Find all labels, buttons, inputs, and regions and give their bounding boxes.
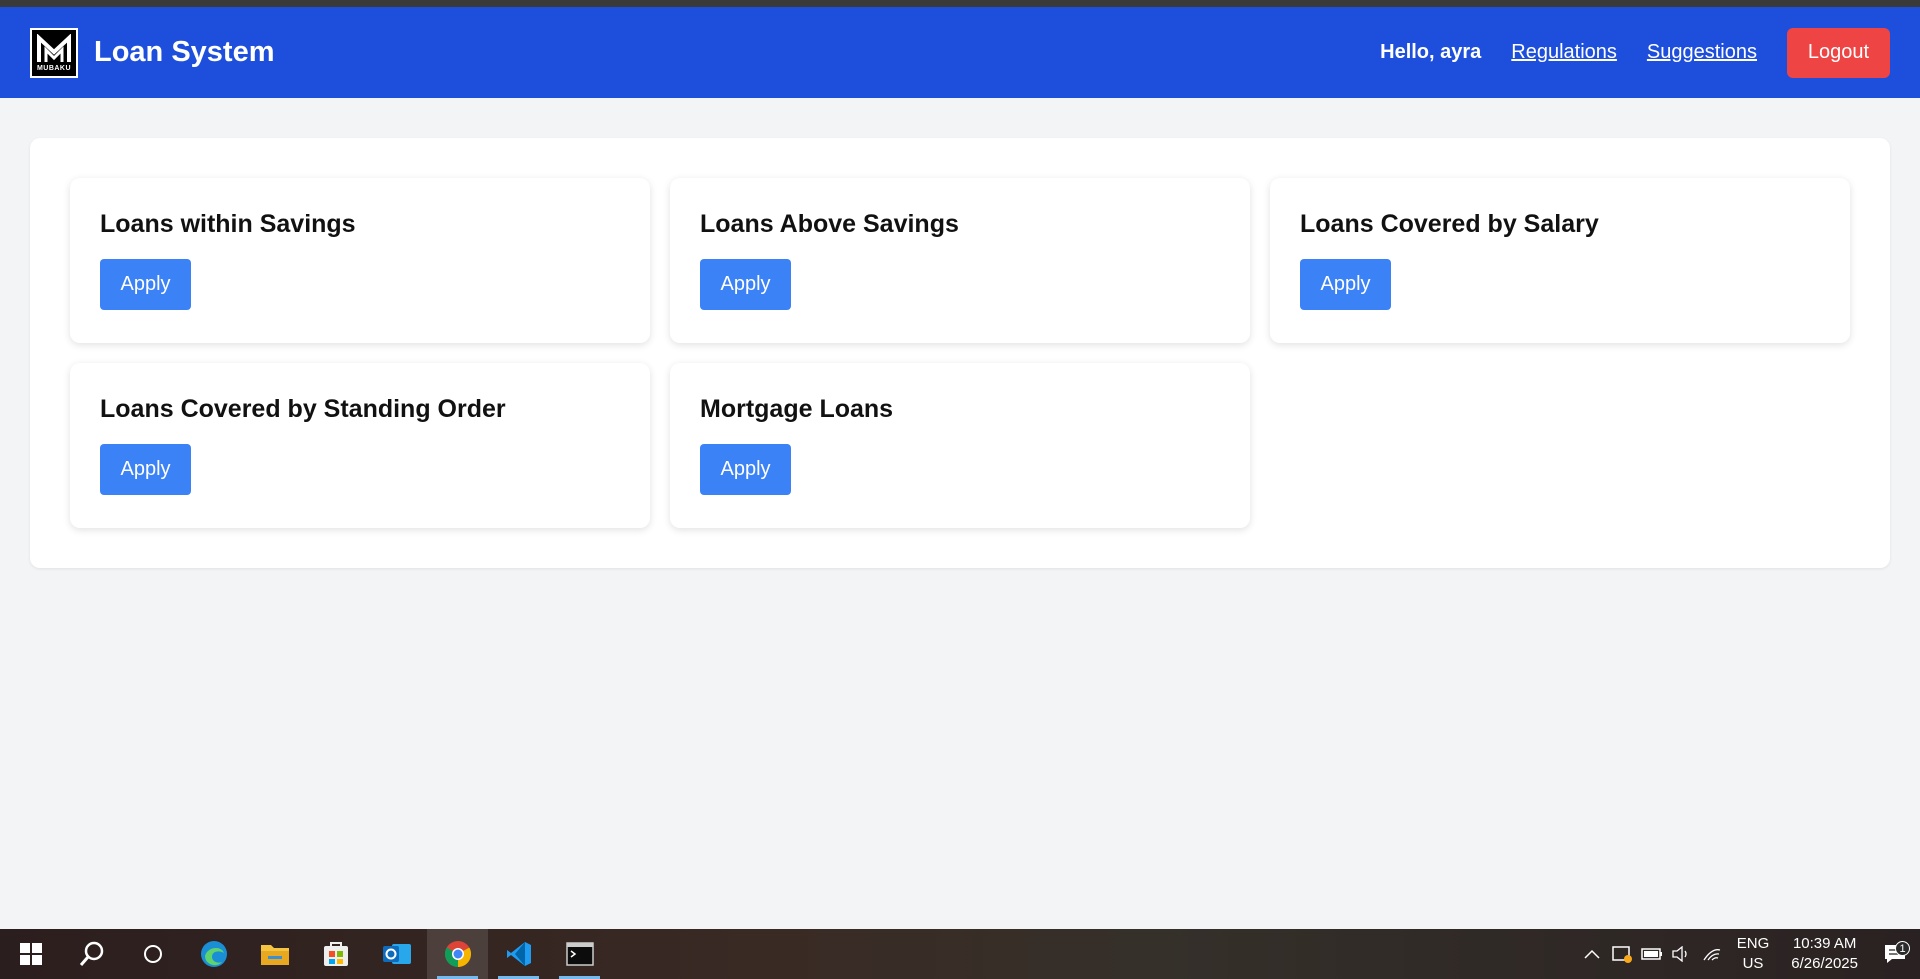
system-tray: ENG US 10:39 AM 6/26/2025 1 <box>1577 929 1920 979</box>
battery-icon[interactable] <box>1637 948 1667 960</box>
edge-icon[interactable] <box>183 929 244 979</box>
apply-button-mortgage[interactable]: Apply <box>700 444 791 495</box>
window-top-strip <box>0 0 1920 7</box>
apply-button-within-savings[interactable]: Apply <box>100 259 191 310</box>
language-secondary: US <box>1742 955 1764 972</box>
loan-card-standing-order: Loans Covered by Standing Order Apply <box>70 363 650 528</box>
notification-count-badge: 1 <box>1895 941 1910 956</box>
volume-icon[interactable] <box>1667 946 1697 962</box>
loan-card-title: Loans within Savings <box>100 210 356 238</box>
search-icon[interactable] <box>61 929 122 979</box>
chrome-icon[interactable] <box>427 929 488 979</box>
chevron-up-icon[interactable] <box>1577 949 1607 959</box>
clock-date: 6/26/2025 <box>1791 955 1858 972</box>
language-indicator[interactable]: ENG US <box>1737 934 1770 974</box>
nav-link-regulations[interactable]: Regulations <box>1511 41 1617 64</box>
nav-right: Hello, ayra Regulations Suggestions Logo… <box>1380 27 1890 78</box>
loan-card-mortgage: Mortgage Loans Apply <box>670 363 1250 528</box>
apply-button-above-savings[interactable]: Apply <box>700 259 791 310</box>
loan-card-title: Loans Above Savings <box>700 210 959 238</box>
language-primary: ENG <box>1736 935 1770 952</box>
loan-card-above-savings: Loans Above Savings Apply <box>670 178 1250 343</box>
logout-button[interactable]: Logout <box>1787 27 1890 78</box>
clock[interactable]: 10:39 AM 6/26/2025 <box>1791 934 1858 974</box>
taskbar: ENG US 10:39 AM 6/26/2025 1 <box>0 929 1920 979</box>
store-icon[interactable] <box>305 929 366 979</box>
vscode-icon[interactable] <box>488 929 549 979</box>
outlook-icon[interactable] <box>366 929 427 979</box>
terminal-icon[interactable] <box>549 929 610 979</box>
apply-button-covered-by-salary[interactable]: Apply <box>1300 259 1391 310</box>
apply-button-standing-order[interactable]: Apply <box>100 444 191 495</box>
task-view-icon[interactable] <box>122 929 183 979</box>
logo: MUBAKU <box>30 27 78 78</box>
app-title: Loan System <box>94 36 275 68</box>
nav-link-suggestions[interactable]: Suggestions <box>1647 41 1757 64</box>
loan-card-title: Loans Covered by Salary <box>1300 210 1599 238</box>
logo-mark-icon <box>37 33 71 62</box>
loan-card-title: Mortgage Loans <box>700 395 894 423</box>
loan-card-title: Loans Covered by Standing Order <box>100 395 506 423</box>
navbar: MUBAKU Loan System Hello, ayra Regulatio… <box>0 7 1920 98</box>
defender-icon[interactable] <box>1607 944 1637 964</box>
wifi-icon[interactable] <box>1697 946 1727 962</box>
windows-start-icon[interactable] <box>0 929 61 979</box>
loans-panel: Loans within Savings Apply Loans Above S… <box>30 138 1890 568</box>
brand[interactable]: MUBAKU Loan System <box>30 27 275 78</box>
file-explorer-icon[interactable] <box>244 929 305 979</box>
clock-time: 10:39 AM <box>1792 935 1857 952</box>
loan-card-covered-by-salary: Loans Covered by Salary Apply <box>1270 178 1850 343</box>
user-greeting: Hello, ayra <box>1380 41 1482 63</box>
notification-center-icon[interactable]: 1 <box>1870 941 1920 964</box>
logo-text: MUBAKU <box>36 64 72 72</box>
loan-card-within-savings: Loans within Savings Apply <box>70 178 650 343</box>
